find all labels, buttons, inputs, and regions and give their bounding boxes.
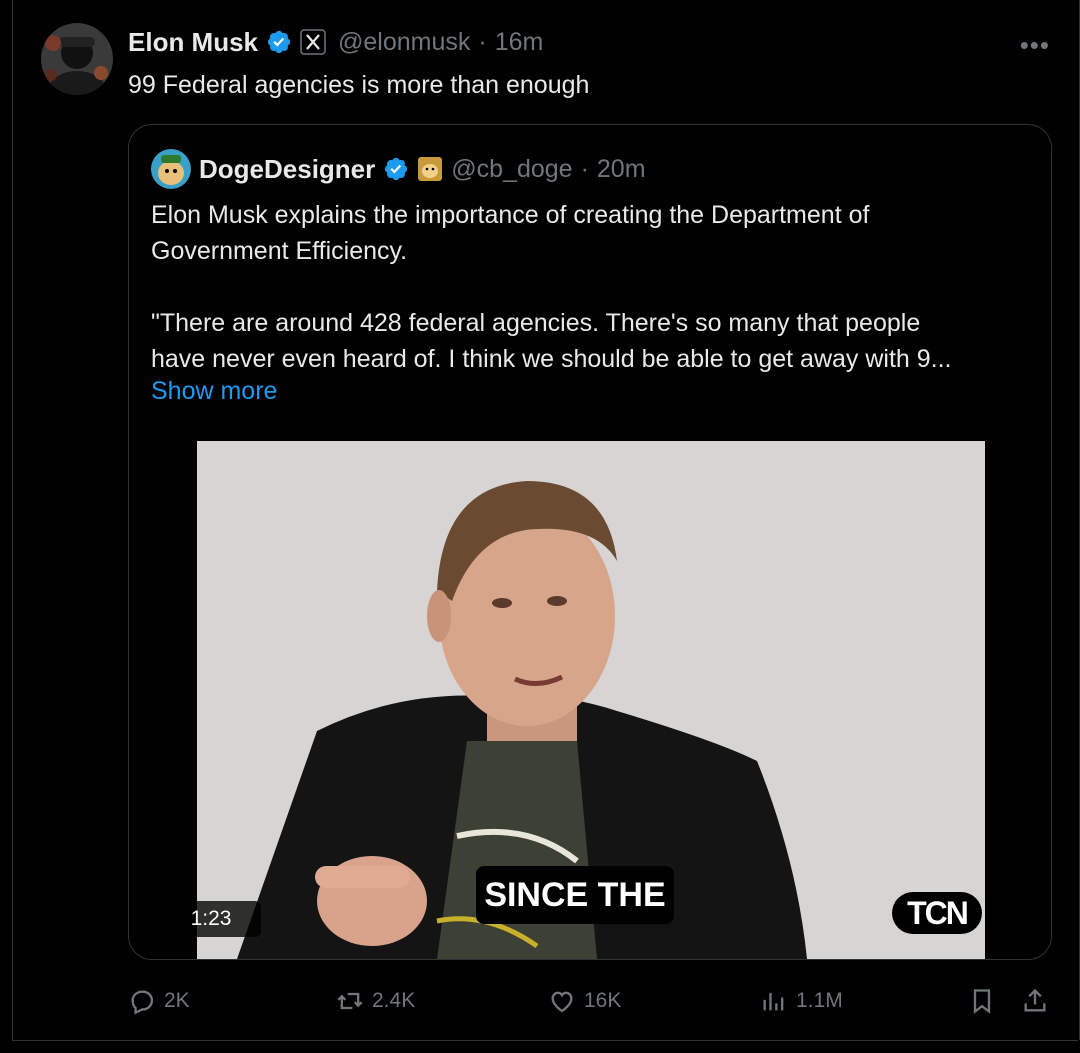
like-count: 16K — [584, 989, 622, 1012]
views-count: 1.1M — [796, 989, 843, 1012]
repost-icon — [337, 992, 363, 1010]
quote-author-handle[interactable]: @cb_doge — [451, 155, 572, 184]
bookmark-icon — [973, 989, 991, 1014]
repost-count: 2.4K — [372, 989, 416, 1012]
doge-affiliate-badge-icon — [417, 156, 443, 182]
heart-icon — [551, 991, 573, 1013]
video-duration: 1:23 — [161, 901, 261, 937]
reply-button[interactable]: 2K — [128, 983, 190, 1019]
more-options-icon[interactable]: ••• — [1020, 30, 1050, 61]
views-button[interactable]: 1.1M — [760, 983, 843, 1019]
share-button[interactable] — [1021, 983, 1049, 1019]
x-affiliate-badge-icon — [300, 29, 326, 55]
quote-text: Elon Musk explains the importance of cre… — [151, 201, 952, 373]
tweet-time[interactable]: 16m — [495, 28, 544, 57]
quote-author-name[interactable]: DogeDesigner — [199, 154, 375, 185]
tweet-header: Elon Musk @elonmusk · 16m — [128, 26, 543, 58]
tweet-text: 99 Federal agencies is more than enough — [128, 71, 590, 99]
share-icon — [1024, 988, 1046, 1012]
separator-dot: · — [478, 27, 487, 56]
author-handle[interactable]: @elonmusk — [338, 28, 470, 57]
separator-dot: · — [580, 154, 589, 183]
quote-time[interactable]: 20m — [597, 155, 646, 184]
divider — [12, 1040, 1078, 1041]
tweet-actions: 2K 2.4K 16K 1.1M — [128, 983, 1053, 1019]
avatar[interactable] — [41, 23, 113, 95]
reply-icon — [131, 990, 154, 1015]
tcn-logo: TCN — [892, 892, 982, 934]
show-more-link[interactable]: Show more — [151, 377, 277, 406]
author-name[interactable]: Elon Musk — [128, 27, 258, 58]
verified-badge-icon — [383, 156, 409, 182]
repost-button[interactable]: 2.4K — [336, 983, 415, 1019]
quote-avatar — [151, 149, 191, 189]
analytics-icon — [763, 992, 784, 1011]
like-button[interactable]: 16K — [548, 983, 621, 1019]
video-caption: SINCE THE — [476, 866, 674, 924]
bookmark-button[interactable] — [968, 983, 996, 1019]
reply-count: 2K — [164, 989, 190, 1012]
quote-header: DogeDesigner @cb_doge · 20m — [151, 149, 646, 189]
quoted-tweet[interactable]: DogeDesigner @cb_doge · 20m Elon Musk ex… — [128, 124, 1052, 960]
verified-badge-icon — [266, 29, 292, 55]
